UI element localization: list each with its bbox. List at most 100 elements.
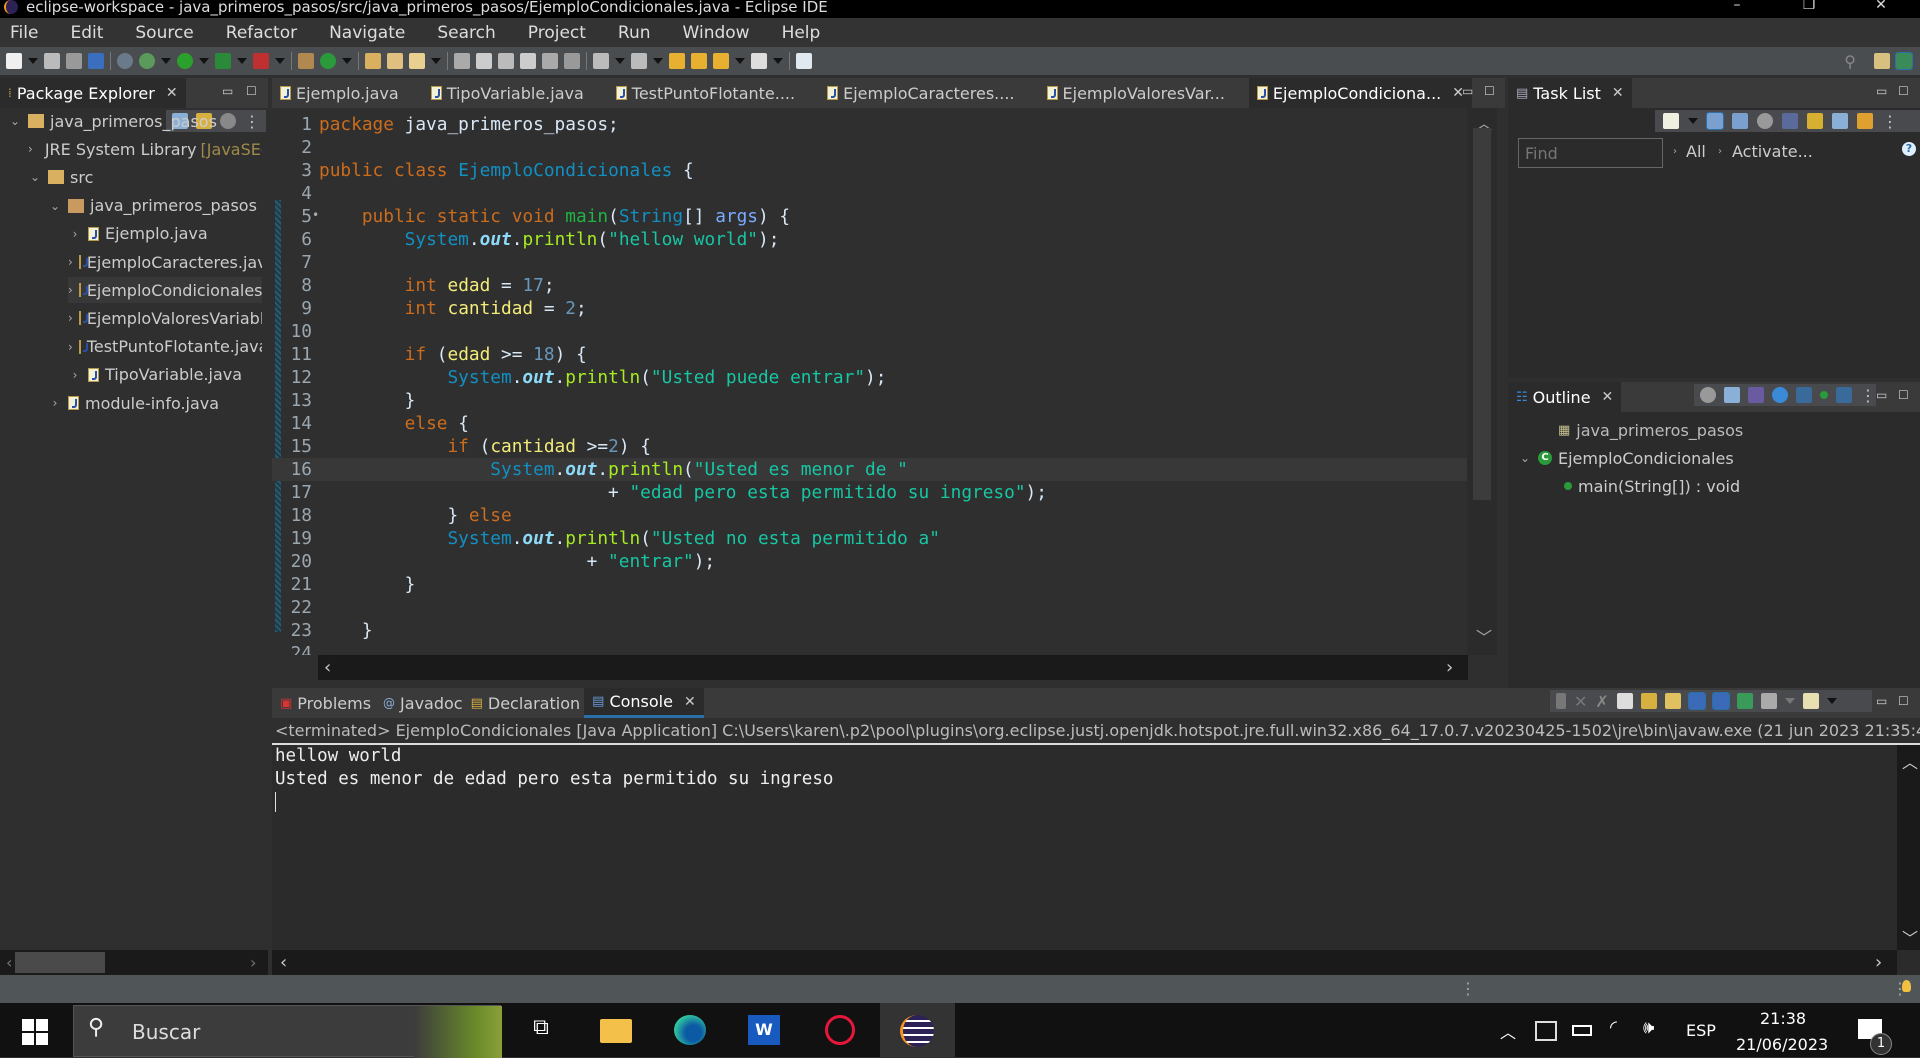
close-button[interactable]: ✕ <box>1858 0 1904 18</box>
close-tab-icon[interactable]: ✕ <box>684 694 696 710</box>
minimize-view-icon[interactable]: ▭ <box>1876 694 1887 708</box>
close-tab-icon[interactable]: ✕ <box>1612 85 1624 101</box>
collapse-all-icon[interactable] <box>1724 387 1740 403</box>
chevron-right-icon[interactable]: › <box>68 227 82 241</box>
terminate-icon[interactable] <box>1556 693 1566 709</box>
new-dropdown-icon[interactable] <box>28 58 38 64</box>
code-line[interactable]: 3 public class EjemploCondicionales { <box>272 159 1472 182</box>
run-icon[interactable] <box>177 53 193 69</box>
code-line[interactable]: 15 if (cantidad >=2) { <box>272 435 1472 458</box>
code-line[interactable]: 21 } <box>272 573 1472 596</box>
toggle-block-icon[interactable] <box>498 53 514 69</box>
console-vscrollbar[interactable]: ︿ ﹀ <box>1897 745 1920 950</box>
maximize-view-icon[interactable]: ☐ <box>1898 694 1909 708</box>
java-perspective-icon[interactable] <box>1895 52 1913 70</box>
tab-outline[interactable]: ☷ Outline ✕ <box>1508 382 1622 412</box>
run-dropdown-icon[interactable] <box>199 58 209 64</box>
clock-time[interactable]: 21:38 <box>1760 1009 1806 1028</box>
view-menu-icon[interactable]: ⋮ <box>1860 386 1876 405</box>
chevron-right-icon[interactable]: › <box>28 142 33 156</box>
wifi-icon[interactable]: ◜ <box>1610 1017 1617 1038</box>
console-output[interactable]: hellow world Usted es menor de edad pero… <box>272 745 1897 950</box>
editor-tab[interactable]: EjemploValoresVar... <box>1039 78 1249 108</box>
menu-source[interactable]: Source <box>135 23 193 43</box>
show-hidden-icons-icon[interactable]: ︿ <box>1500 1019 1516 1043</box>
remove-all-terminated-icon[interactable]: ✗ <box>1595 692 1608 711</box>
word-wrap-icon[interactable] <box>520 53 536 69</box>
tree-item[interactable]: › EjemploCondicionales.java <box>68 277 262 304</box>
terminal-icon[interactable] <box>88 53 104 69</box>
code-line[interactable]: 16 System.out.println("Usted es menor de… <box>272 458 1472 481</box>
scroll-down-icon[interactable]: ﹀ <box>1902 925 1918 949</box>
code-editor[interactable]: 1 package java_primeros_pasos; 2 3 public cl… <box>272 108 1497 655</box>
pin-editor-icon[interactable] <box>796 53 812 69</box>
tree-item[interactable]: ⌄ src <box>28 164 93 190</box>
tree-item[interactable]: › Ejemplo.java <box>68 221 208 247</box>
scroll-left-icon[interactable]: ‹ <box>6 953 12 972</box>
external-tools-dropdown-icon[interactable] <box>275 58 285 64</box>
code-line[interactable]: 8 int edad = 17; <box>272 274 1472 297</box>
save-all-icon[interactable] <box>66 53 82 69</box>
help-icon[interactable]: ? <box>1902 142 1916 156</box>
menu-refactor[interactable]: Refactor <box>226 23 297 43</box>
menu-help[interactable]: Help <box>782 23 821 43</box>
open-task-icon[interactable] <box>387 53 403 69</box>
tree-item[interactable]: › EjemploCaracteres.java <box>68 249 262 275</box>
remove-launch-icon[interactable]: ✕ <box>1574 692 1587 711</box>
next-annotation-icon[interactable] <box>593 53 609 69</box>
editor-tab[interactable]: Ejemplo.java <box>272 78 423 108</box>
annotation-icon[interactable] <box>454 53 470 69</box>
code-line[interactable]: 4 <box>272 182 1472 205</box>
view-menu-icon[interactable]: ⋮ <box>244 112 260 131</box>
scheduled-icon[interactable] <box>1732 113 1748 129</box>
code-line[interactable]: 14 else { <box>272 412 1472 435</box>
tab-console[interactable]: ▤ Console ✕ <box>584 688 704 718</box>
new-package-icon[interactable] <box>298 53 314 69</box>
open-console-icon[interactable] <box>1802 693 1819 709</box>
debug-icon[interactable] <box>139 53 155 69</box>
code-line[interactable]: 24 <box>272 642 1472 655</box>
menu-edit[interactable]: Edit <box>70 23 103 43</box>
last-edit-icon[interactable] <box>669 53 685 69</box>
editor-tab[interactable]: TipoVariable.java <box>423 78 608 108</box>
outline-item-method[interactable]: main(String[]) : void <box>1564 473 1740 499</box>
clear-console-icon[interactable] <box>1616 693 1633 709</box>
filter-icon[interactable] <box>220 113 236 129</box>
outline-item-package[interactable]: ▦ java_primeros_pasos <box>1538 417 1743 443</box>
code-line[interactable]: 1 package java_primeros_pasos; <box>272 113 1472 136</box>
back-dropdown-icon[interactable] <box>735 58 745 64</box>
new-class-dropdown-icon[interactable] <box>342 58 352 64</box>
show-on-stdout-icon[interactable] <box>1687 692 1706 710</box>
menu-navigate[interactable]: Navigate <box>329 23 405 43</box>
code-line[interactable]: 17 + "edad pero esta permitido su ingres… <box>272 481 1472 504</box>
tree-item[interactable]: › EjemploValoresVariables.java <box>68 305 262 331</box>
windows-start-icon[interactable] <box>22 1019 48 1045</box>
my-tasks-icon[interactable] <box>1807 113 1823 129</box>
lightbulb-icon[interactable] <box>1902 980 1911 992</box>
hide-static-icon[interactable] <box>1796 387 1812 403</box>
menu-window[interactable]: Window <box>683 23 750 43</box>
maximize-view-icon[interactable]: ☐ <box>1898 388 1909 402</box>
tab-javadoc[interactable]: @ Javadoc <box>379 688 467 718</box>
menu-search[interactable]: Search <box>437 23 495 43</box>
new-icon[interactable] <box>6 53 22 69</box>
scroll-right-icon[interactable]: › <box>1446 657 1453 678</box>
scroll-left-icon[interactable]: ‹ <box>280 952 287 973</box>
code-line[interactable]: 5 • public static void main(String[] args… <box>272 205 1472 228</box>
highlight-icon[interactable] <box>476 53 492 69</box>
open-perspective-icon[interactable] <box>1874 53 1890 69</box>
language-indicator[interactable]: ESP <box>1686 1021 1716 1040</box>
hide-local-types-icon[interactable] <box>1836 387 1852 403</box>
word-wrap-icon[interactable] <box>1664 693 1681 709</box>
search-pen-icon[interactable] <box>409 53 425 69</box>
code-line[interactable]: 18 } else <box>272 504 1472 527</box>
eclipse-taskbar-button[interactable] <box>880 1003 955 1057</box>
volume-icon[interactable]: 🕪 <box>1643 1017 1654 1038</box>
show-on-stderr-icon[interactable] <box>1711 692 1730 710</box>
chevron-right-icon[interactable]: › <box>68 340 73 354</box>
filter-icon[interactable] <box>1700 387 1716 403</box>
code-line[interactable]: 13 } <box>272 389 1472 412</box>
code-line[interactable]: 20 + "entrar"); <box>272 550 1472 573</box>
debug-dropdown-icon[interactable] <box>161 58 171 64</box>
hide-completed-icon[interactable] <box>1782 113 1798 129</box>
